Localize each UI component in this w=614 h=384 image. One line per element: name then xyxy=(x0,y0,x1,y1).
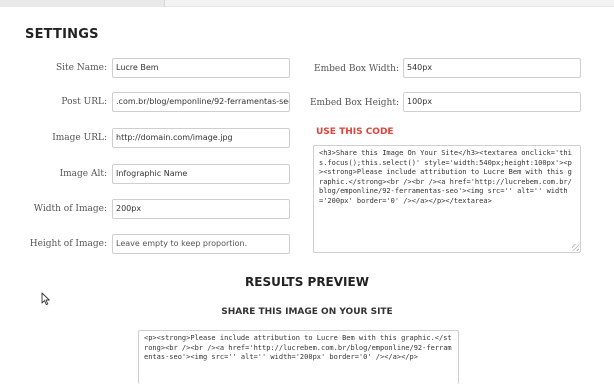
site-name-label: Site Name: xyxy=(56,63,107,73)
site-name-input[interactable]: Lucre Bem xyxy=(112,58,290,78)
embed-code-textarea[interactable]: <h3>Share this Image On Your Site</h3><t… xyxy=(313,145,581,253)
embed-width-input[interactable]: 540px xyxy=(403,58,581,78)
share-image-title: SHARE THIS IMAGE ON YOUR SITE xyxy=(221,307,393,317)
top-tab[interactable] xyxy=(0,0,165,7)
browser-top-strip xyxy=(0,0,614,7)
image-width-label: Width of Image: xyxy=(33,204,107,214)
image-height-input[interactable]: Leave empty to keep proportion. xyxy=(112,234,290,254)
resize-grip-icon[interactable] xyxy=(572,244,579,251)
image-alt-label: Image Alt: xyxy=(59,169,107,179)
image-height-label: Height of Image: xyxy=(29,239,107,249)
embed-height-label: Embed Box Height: xyxy=(309,98,399,108)
embed-height-input[interactable]: 100px xyxy=(403,92,581,112)
embed-width-label: Embed Box Width: xyxy=(314,64,399,74)
use-this-code-heading: USE THIS CODE xyxy=(316,127,394,137)
preview-code-textarea[interactable]: <p><strong>Please include attribution to… xyxy=(138,330,459,384)
image-url-input[interactable]: http://domain.com/image.jpg xyxy=(112,128,290,148)
image-alt-input[interactable]: Infographic Name xyxy=(112,164,290,184)
post-url-label: Post URL: xyxy=(61,97,107,107)
post-url-input[interactable]: .com.br/blog/emponline/92-ferramentas-se… xyxy=(112,92,290,112)
mouse-pointer-icon xyxy=(41,292,50,306)
image-url-label: Image URL: xyxy=(52,133,107,143)
settings-title: SETTINGS xyxy=(25,27,99,42)
image-width-input[interactable]: 200px xyxy=(112,199,290,219)
results-preview-title: RESULTS PREVIEW xyxy=(245,275,369,289)
